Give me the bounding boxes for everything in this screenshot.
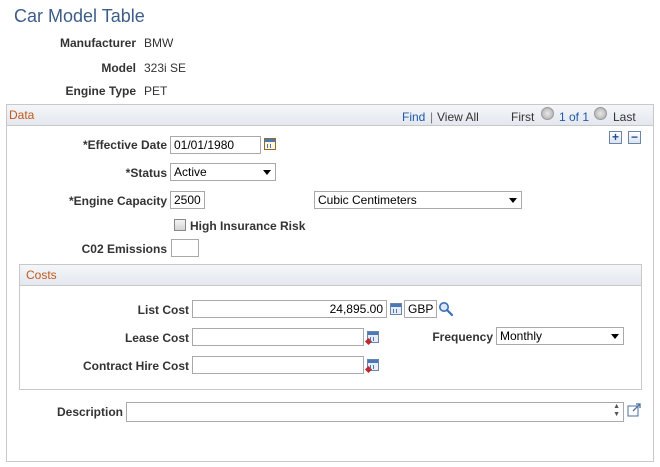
co2-emissions-label: C02 Emissions bbox=[81, 242, 167, 256]
manufacturer-label: Manufacturer bbox=[59, 36, 136, 50]
first-label: First bbox=[511, 110, 535, 124]
chevron-down-icon bbox=[263, 170, 271, 175]
calculator-icon[interactable] bbox=[390, 303, 402, 315]
effective-date-field[interactable]: 01/01/1980 bbox=[170, 136, 261, 154]
engine-units-value: Cubic Centimeters bbox=[318, 193, 417, 207]
pager-text: 1 of 1 bbox=[559, 110, 590, 124]
co2-emissions-field[interactable] bbox=[171, 239, 199, 257]
expand-icon[interactable] bbox=[627, 403, 641, 417]
contract-hire-cost-label: Contract Hire Cost bbox=[82, 359, 189, 373]
calculator-icon[interactable] bbox=[364, 359, 379, 374]
frequency-select-value: Monthly bbox=[500, 329, 543, 343]
engine-capacity-label: *Engine Capacity bbox=[68, 194, 167, 208]
data-section-header: Data Find | View All First 1 of 1 Last bbox=[7, 105, 653, 126]
description-label: Description bbox=[56, 405, 123, 419]
lease-cost-field[interactable] bbox=[192, 328, 364, 346]
nav-separator: | bbox=[430, 110, 434, 124]
list-cost-field[interactable]: 24,895.00 bbox=[192, 300, 387, 318]
high-insurance-label: High Insurance Risk bbox=[190, 219, 306, 233]
effective-date-label: *Effective Date bbox=[82, 138, 167, 152]
contract-hire-cost-field[interactable] bbox=[192, 356, 364, 374]
high-insurance-checkbox[interactable] bbox=[174, 219, 186, 231]
engine-type-label: Engine Type bbox=[65, 84, 136, 98]
description-textarea[interactable]: ▲ ▼ bbox=[126, 402, 624, 422]
lease-cost-label: Lease Cost bbox=[124, 331, 189, 345]
status-select[interactable]: Active bbox=[170, 163, 276, 181]
find-link[interactable]: Find bbox=[402, 110, 425, 124]
frequency-label: Frequency bbox=[432, 330, 493, 344]
currency-field[interactable]: GBP bbox=[404, 300, 437, 318]
view-all-link[interactable]: View All bbox=[437, 110, 479, 124]
manufacturer-value: BMW bbox=[144, 36, 174, 50]
next-arrow-icon[interactable] bbox=[594, 107, 607, 120]
search-icon[interactable] bbox=[438, 301, 454, 317]
chevron-down-icon bbox=[509, 198, 517, 203]
model-label: Model bbox=[101, 61, 136, 75]
page-title: Car Model Table bbox=[14, 6, 145, 26]
costs-section-title: Costs bbox=[26, 268, 57, 282]
chevron-down-icon bbox=[611, 334, 619, 339]
calculator-icon[interactable] bbox=[364, 331, 379, 346]
engine-type-value: PET bbox=[144, 84, 168, 98]
scroll-arrows-icon[interactable]: ▲ ▼ bbox=[613, 403, 620, 419]
add-row-button[interactable]: + bbox=[609, 131, 622, 144]
delete-row-button[interactable]: − bbox=[628, 131, 641, 144]
previous-arrow-icon[interactable] bbox=[541, 107, 554, 120]
last-label: Last bbox=[613, 110, 636, 124]
status-select-value: Active bbox=[174, 165, 207, 179]
engine-units-select[interactable]: Cubic Centimeters bbox=[314, 191, 522, 209]
data-section-title: Data bbox=[9, 108, 35, 122]
frequency-select[interactable]: Monthly bbox=[496, 327, 624, 345]
calendar-icon[interactable] bbox=[264, 138, 276, 150]
engine-capacity-field[interactable]: 2500 bbox=[170, 191, 205, 209]
model-value: 323i SE bbox=[144, 61, 187, 75]
costs-section-header: Costs bbox=[20, 265, 641, 286]
status-label: *Status bbox=[125, 166, 167, 180]
list-cost-label: List Cost bbox=[137, 303, 189, 317]
